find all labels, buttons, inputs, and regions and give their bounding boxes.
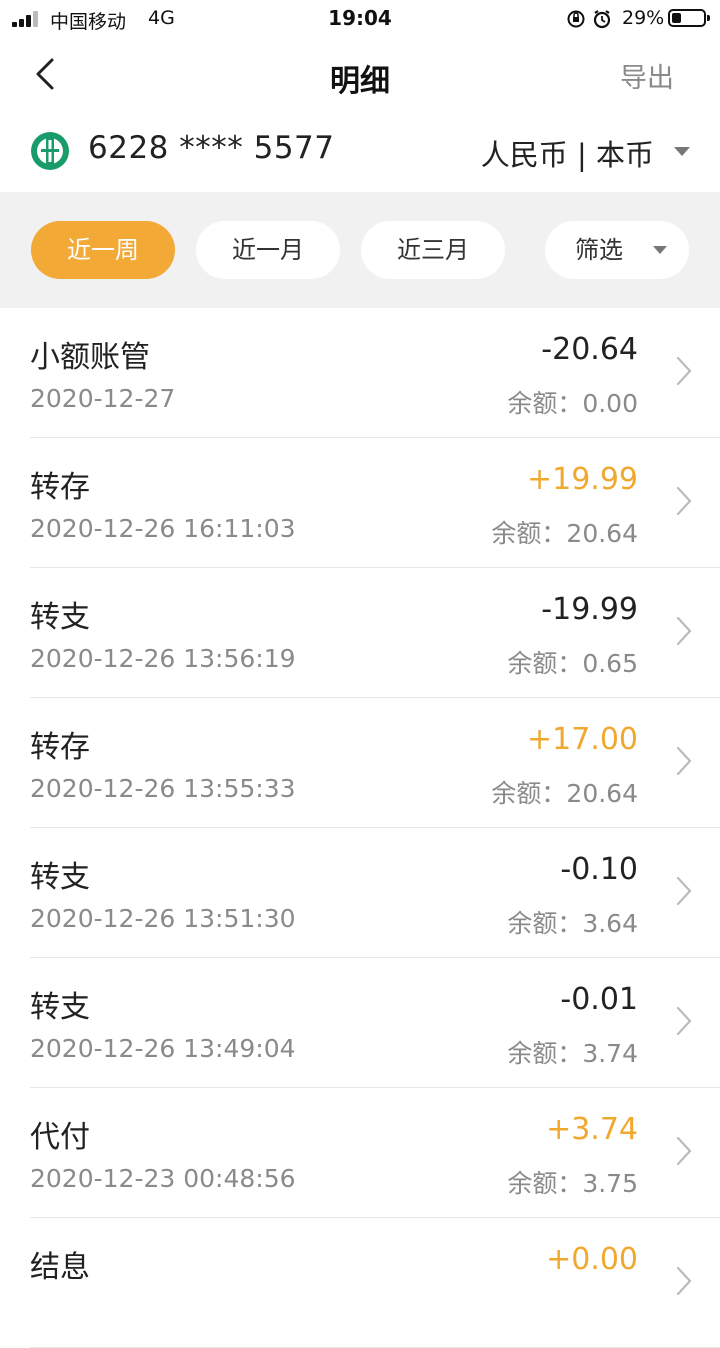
chip-label: 近三月 [397, 236, 469, 264]
currency-selector[interactable]: 人民币 | 本币 [481, 132, 654, 174]
chip-label: 筛选 [575, 236, 623, 264]
transaction-amount: -0.10 [560, 852, 638, 887]
transaction-amount: +3.74 [546, 1112, 638, 1147]
chevron-right-icon [676, 876, 692, 906]
filter-chip-filter[interactable]: 筛选 [545, 221, 689, 279]
transaction-type: 结息 [30, 1250, 90, 1285]
battery-percent: 29% [622, 7, 665, 29]
transaction-balance: 余额：0.65 [507, 649, 638, 678]
transaction-date: 2020-12-27 [30, 384, 176, 413]
account-row: 6228 **** 5577 人民币 | 本币 [0, 112, 720, 192]
transaction-amount: -0.01 [560, 982, 638, 1017]
chip-label: 近一周 [67, 236, 139, 264]
transaction-amount: +19.99 [526, 462, 638, 497]
transaction-balance: 余额：3.74 [507, 1039, 638, 1068]
transaction-date: 2020-12-26 16:11:03 [30, 514, 296, 543]
caret-down-icon[interactable] [674, 147, 690, 156]
transaction-type: 代付 [30, 1120, 90, 1155]
transaction-amount: +17.00 [526, 722, 638, 757]
account-number: 6228 **** 5577 [88, 130, 335, 166]
transaction-balance: 余额：3.75 [507, 1169, 638, 1198]
transaction-date: 2020-12-23 00:48:56 [30, 1164, 296, 1193]
transaction-type: 转存 [30, 470, 90, 505]
transaction-row[interactable]: 转存 2020-12-26 13:55:33 +17.00 余额：20.64 [0, 698, 720, 828]
alarm-icon [593, 10, 611, 29]
transaction-date: 2020-12-26 13:55:33 [30, 774, 296, 803]
chevron-right-icon [676, 1136, 692, 1166]
status-icons [566, 8, 616, 30]
transaction-date: 2020-12-26 13:49:04 [30, 1034, 296, 1063]
filter-chip-three-months[interactable]: 近三月 [361, 221, 505, 279]
transaction-balance: 余额：20.64 [491, 779, 638, 808]
transaction-amount: -19.99 [541, 592, 638, 627]
battery-icon [668, 9, 710, 27]
transaction-balance: 余额：20.64 [491, 519, 638, 548]
chevron-right-icon [676, 1266, 692, 1296]
transaction-type: 转支 [30, 860, 90, 895]
abc-bank-logo-icon [30, 131, 70, 171]
transaction-type: 转支 [30, 990, 90, 1025]
filter-bar: 近一周 近一月 近三月 筛选 [0, 192, 720, 308]
status-bar: 中国移动 4G 19:04 29% [0, 0, 720, 36]
transaction-row[interactable]: 小额账管 2020-12-27 -20.64 余额：0.00 [0, 308, 720, 438]
transaction-amount: +0.00 [546, 1242, 638, 1277]
transaction-date: 2020-12-26 13:51:30 [30, 904, 296, 933]
transaction-row[interactable]: 代付 2020-12-23 00:48:56 +3.74 余额：3.75 [0, 1088, 720, 1218]
chevron-right-icon [676, 356, 692, 386]
transaction-amount: -20.64 [541, 332, 638, 367]
transaction-type: 小额账管 [30, 340, 150, 375]
filter-chip-week[interactable]: 近一周 [31, 221, 175, 279]
page-title: 明细 [330, 64, 390, 99]
filter-chip-month[interactable]: 近一月 [196, 221, 340, 279]
export-button[interactable]: 导出 [620, 56, 674, 95]
chevron-right-icon [676, 486, 692, 516]
caret-down-icon [653, 246, 667, 254]
transaction-balance: 余额：3.64 [507, 909, 638, 938]
nav-bar: 明细 导出 [0, 36, 720, 112]
chip-label: 近一月 [232, 236, 304, 264]
transaction-type: 转支 [30, 600, 90, 635]
rotation-lock-icon [567, 10, 585, 28]
transaction-row[interactable]: 转支 2020-12-26 13:56:19 -19.99 余额：0.65 [0, 568, 720, 698]
transaction-row[interactable]: 转支 2020-12-26 13:51:30 -0.10 余额：3.64 [0, 828, 720, 958]
transaction-date: 2020-12-26 13:56:19 [30, 644, 296, 673]
transaction-row[interactable]: 转存 2020-12-26 16:11:03 +19.99 余额：20.64 [0, 438, 720, 568]
transaction-balance: 余额：0.00 [507, 389, 638, 418]
chevron-right-icon [676, 616, 692, 646]
chevron-right-icon [676, 1006, 692, 1036]
transaction-row[interactable]: 结息 +0.00 [0, 1218, 720, 1348]
transaction-type: 转存 [30, 730, 90, 765]
transaction-row[interactable]: 转支 2020-12-26 13:49:04 -0.01 余额：3.74 [0, 958, 720, 1088]
chevron-right-icon [676, 746, 692, 776]
